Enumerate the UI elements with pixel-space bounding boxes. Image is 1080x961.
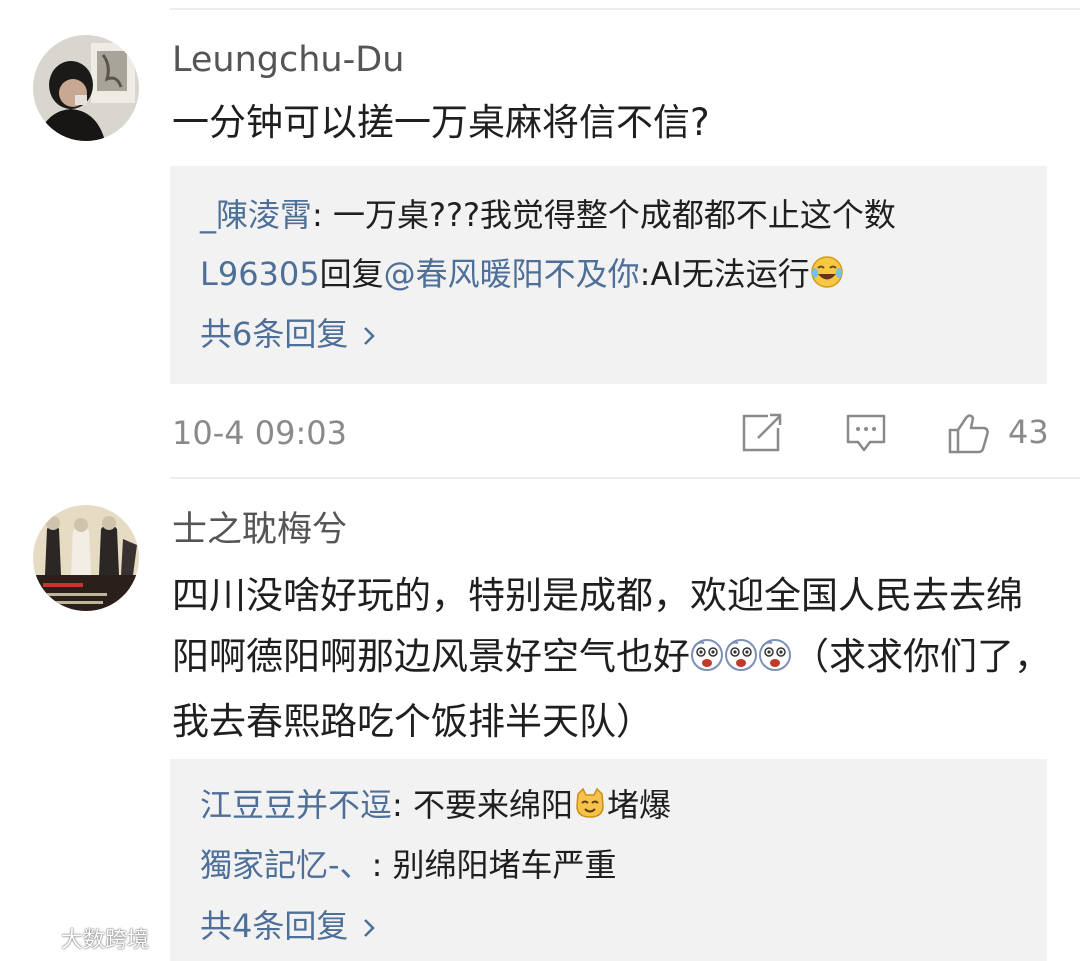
reply-separator: : xyxy=(392,786,413,824)
reply-author[interactable]: L96305 xyxy=(200,255,320,293)
reply-mention[interactable]: @春风暖阳不及你 xyxy=(384,255,640,293)
comment-text: 四川没啥好玩的，特别是成都，欢迎全国人民去去绵阳啊德阳啊那边风景好空气也好 （求… xyxy=(172,565,1052,752)
reply-text: 一万桌???我觉得整个成都都不止这个数 xyxy=(332,196,896,234)
chevron-right-icon xyxy=(362,315,376,357)
like-button[interactable]: 43 xyxy=(946,410,1051,456)
comment-text: 一分钟可以搓一万桌麻将信不信? xyxy=(172,101,710,144)
watermark-text: 大数跨境 xyxy=(61,928,150,953)
reply-preview-box[interactable]: 江豆豆并不逗: 不要来绵阳 堵爆 獨家記忆-、: 别绵阳堵车严重 共4条回复 xyxy=(170,759,1047,961)
watermark: 大数跨境 xyxy=(10,926,149,956)
cat-face-emoji xyxy=(573,786,607,830)
share-button[interactable] xyxy=(740,410,784,456)
reply-text: 堵爆 xyxy=(606,786,671,824)
avatar[interactable] xyxy=(33,35,139,141)
comment-username[interactable]: Leungchu-Du xyxy=(172,38,404,82)
top-divider xyxy=(170,8,1080,10)
reply-item[interactable]: L96305回复@春风暖阳不及你:AI无法运行 xyxy=(200,253,844,299)
reply-item[interactable]: 獨家記忆-、: 别绵阳堵车严重 xyxy=(200,844,617,886)
reply-item[interactable]: 江豆豆并不逗: 不要来绵阳 堵爆 xyxy=(200,784,671,830)
reply-separator: : xyxy=(312,196,333,234)
reply-author[interactable]: 江豆豆并不逗 xyxy=(200,786,392,824)
reply-text: AI无法运行 xyxy=(650,255,810,293)
comment-username[interactable]: 士之耽梅兮 xyxy=(172,508,347,552)
more-replies-label: 共4条回复 xyxy=(200,907,349,945)
reply-verb: 回复 xyxy=(319,255,384,293)
reply-separator: : xyxy=(371,846,393,884)
share-icon xyxy=(740,413,784,460)
reply-item[interactable]: _陳淩霄: 一万桌???我觉得整个成都都不止这个数 xyxy=(200,194,896,236)
reply-author[interactable]: 獨家記忆-、 xyxy=(200,846,372,884)
more-replies-label: 共6条回复 xyxy=(200,315,349,353)
like-count: 43 xyxy=(1008,413,1049,451)
laugh-cry-emoji xyxy=(810,255,844,299)
comment-icon xyxy=(844,414,888,460)
reply-separator: : xyxy=(639,255,651,293)
reply-author[interactable]: _陳淩霄 xyxy=(200,196,312,234)
comment-divider xyxy=(170,477,1080,479)
scared-face-emoji xyxy=(690,630,792,691)
avatar[interactable] xyxy=(33,505,139,611)
reply-text: 不要来绵阳 xyxy=(412,786,573,824)
reply-preview-box[interactable]: _陳淩霄: 一万桌???我觉得整个成都都不止这个数 L96305回复@春风暖阳不… xyxy=(170,166,1047,384)
reply-text: 别绵阳堵车严重 xyxy=(392,846,617,884)
watermark-logo-icon xyxy=(10,928,61,953)
chevron-right-icon xyxy=(362,907,376,949)
thumbs-up-icon xyxy=(946,414,992,460)
view-more-replies-link[interactable]: 共6条回复 xyxy=(200,313,376,357)
comment-timestamp: 10-4 09:03 xyxy=(172,414,348,452)
view-more-replies-link[interactable]: 共4条回复 xyxy=(200,905,376,949)
comment-button[interactable] xyxy=(844,410,888,456)
